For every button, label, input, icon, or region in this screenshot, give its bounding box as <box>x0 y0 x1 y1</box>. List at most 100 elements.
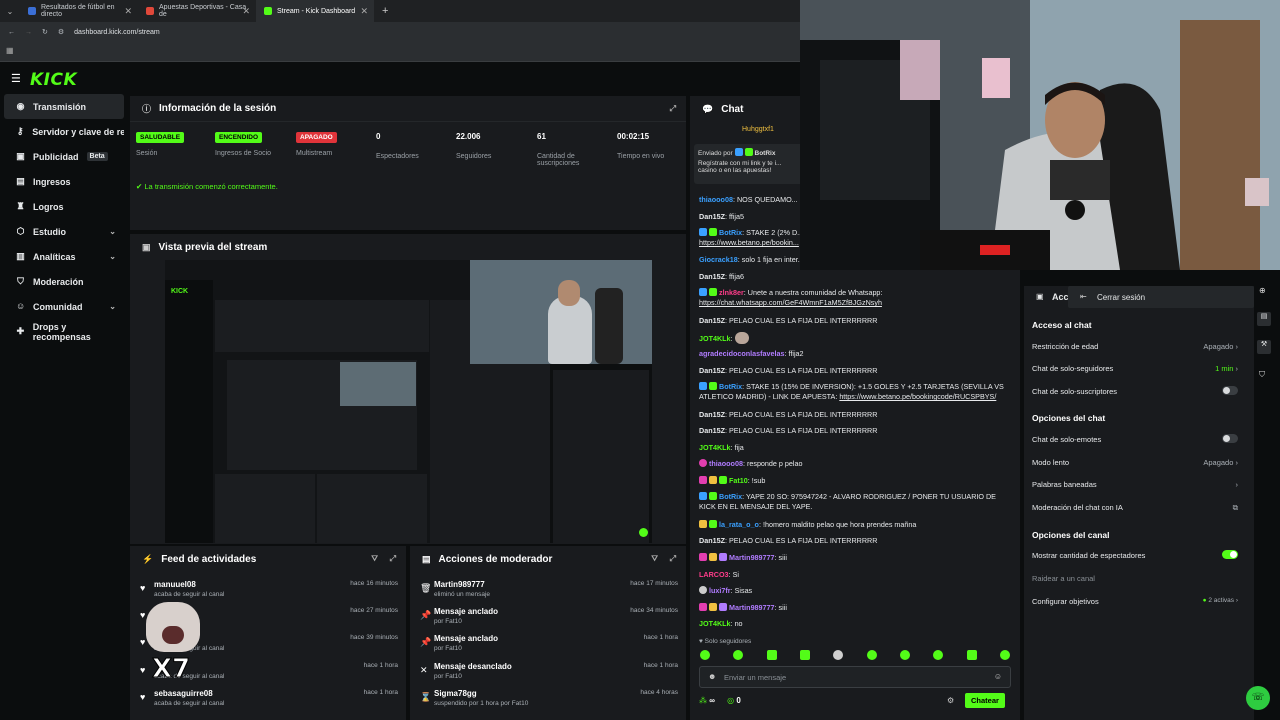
subs-only-toggle[interactable] <box>1222 386 1238 395</box>
emote-icon[interactable] <box>966 650 977 660</box>
filter-icon[interactable]: ⛛ <box>651 554 658 564</box>
filter-icon[interactable]: ⛛ <box>371 554 378 564</box>
sidebar-item-drops[interactable]: ✚ Drops y recompensas <box>4 319 124 344</box>
popout-icon[interactable]: ⤢ <box>390 554 396 564</box>
emote-icon[interactable] <box>866 650 877 660</box>
site-info-icon[interactable]: ⚙ <box>58 28 64 36</box>
browser-tab-2[interactable]: Apuestas Deportivas - Casa de ✕ <box>138 0 256 22</box>
mod-action-title[interactable]: Mensaje anclado <box>434 607 498 616</box>
chat-username[interactable]: la_rata_o_o <box>719 520 759 529</box>
viewer-count-toggle[interactable] <box>1222 550 1238 559</box>
sidebar-item-transmision[interactable]: ◉ Transmisión <box>4 94 124 119</box>
chat-username[interactable]: Dan15Z <box>699 536 725 545</box>
chat-message: Dan15Z: PELAO CUAL ES LA FIJA DEL INTERR… <box>699 410 878 419</box>
sidebar-item-estudio[interactable]: ⬡ Estudio ⌄ <box>4 219 124 244</box>
settings-gear-icon[interactable]: ⚙ <box>947 696 954 705</box>
emote-icon[interactable] <box>700 650 710 660</box>
kick-logo[interactable]: KICK <box>30 70 77 90</box>
chat-username[interactable]: thiaooo08 <box>709 459 743 468</box>
pinned-by-user[interactable]: BotRix <box>755 150 776 157</box>
chat-username[interactable]: BotRix <box>719 382 742 391</box>
age-restriction-row[interactable]: Restricción de edad Apagado › <box>1032 342 1238 351</box>
add-icon[interactable]: ⊕ <box>1259 286 1266 295</box>
followers-only-row[interactable]: Chat de solo-seguidores 1 min › <box>1032 364 1238 373</box>
chat-link[interactable]: https://chat.whatsapp.com/GeF4WmnF1aM5Zf… <box>699 298 882 307</box>
emote-icon[interactable] <box>933 650 944 660</box>
chat-username[interactable]: luxi7fr <box>709 586 731 595</box>
mod-action-title[interactable]: Mensaje anclado <box>434 634 498 643</box>
pinned-user[interactable]: Huhggtxf1 <box>742 126 774 133</box>
chat-username[interactable]: JOT4KLk <box>699 619 731 628</box>
popout-icon[interactable]: ⤢ <box>670 104 676 114</box>
browser-tab-3[interactable]: Stream - Kick Dashboard ✕ <box>256 0 374 22</box>
sidebar-item-comunidad[interactable]: ☺ Comunidad ⌄ <box>4 294 124 319</box>
logout-menu[interactable]: ⇤ Cerrar sesión <box>1068 286 1254 308</box>
emote-icon[interactable] <box>833 650 844 660</box>
popout-icon[interactable]: ⤢ <box>670 554 676 564</box>
sidebar-item-publicidad[interactable]: ▣ Publicidad Beta <box>4 144 124 169</box>
slow-mode-row[interactable]: Modo lento Apagado › <box>1032 458 1238 467</box>
sidebar-item-ingresos[interactable]: ▤ Ingresos <box>4 169 124 194</box>
mod-action-title[interactable]: Mensaje desanclado <box>434 662 512 671</box>
emotes-only-toggle[interactable] <box>1222 434 1238 443</box>
close-tab-icon[interactable]: ✕ <box>360 6 368 17</box>
chat-username[interactable]: JOT4KLk <box>699 443 731 452</box>
emote-icon[interactable] <box>733 650 744 660</box>
support-chat-icon[interactable]: ☏ <box>1246 686 1270 710</box>
chat-username[interactable]: Dan15Z <box>699 426 725 435</box>
menu-icon[interactable]: ☰ <box>11 72 21 85</box>
ai-moderation-row[interactable]: Moderación del chat con IA ⧉ <box>1032 503 1238 512</box>
wrench-icon[interactable]: ⚒ <box>1257 340 1271 354</box>
close-tab-icon[interactable]: ✕ <box>124 6 132 17</box>
chat-username[interactable]: agradecidoconlasfavelas <box>699 349 785 358</box>
sidebar-item-servidor[interactable]: ⚷ Servidor y clave de retransmisión <box>4 119 124 144</box>
chat-username[interactable]: Dan15Z <box>699 410 725 419</box>
chat-icon[interactable]: ▤ <box>1257 312 1271 326</box>
banned-words-row[interactable]: Palabras baneadas › <box>1032 480 1238 489</box>
apps-icon[interactable]: ▦ <box>6 46 14 55</box>
sidebar-item-analiticas[interactable]: ▥ Analíticas ⌄ <box>4 244 124 269</box>
chat-username[interactable]: Dan15Z <box>699 272 725 281</box>
chat-username[interactable]: Dan15Z <box>699 316 725 325</box>
emote-icon[interactable] <box>799 650 810 660</box>
browser-tab-1[interactable]: Resultados de fútbol en directo ✕ <box>20 0 138 22</box>
chat-username[interactable]: Martin989777 <box>729 603 775 612</box>
sidebar-item-moderacion[interactable]: ⛉ Moderación <box>4 269 124 294</box>
stream-preview-video[interactable]: KICK <box>165 260 652 543</box>
chat-username[interactable]: LARCO3 <box>699 570 729 579</box>
mod-action-title[interactable]: Sigma78gg <box>434 689 477 698</box>
close-tab-icon[interactable]: ✕ <box>242 6 250 17</box>
pinned-message[interactable]: Enviado por BotRix Regístrate con mi lin… <box>694 144 804 184</box>
emote-icon[interactable] <box>999 650 1010 660</box>
chat-link[interactable]: https://www.betano.pe/bookingcode/RUCSPB… <box>839 392 996 401</box>
chat-username[interactable]: BotRix <box>719 492 742 501</box>
chat-username[interactable]: Fat10 <box>729 476 748 485</box>
mod-action-title[interactable]: Martin989777 <box>434 580 485 589</box>
chat-username[interactable]: JOT4KLk <box>699 334 731 343</box>
chat-username[interactable]: Martin989777 <box>729 553 775 562</box>
raid-row[interactable]: Raidear a un canal <box>1032 574 1238 583</box>
chat-username[interactable]: BotRix <box>719 228 742 237</box>
send-chat-button[interactable]: Chatear <box>965 693 1005 708</box>
activity-user[interactable]: sebasaguirre08 <box>154 689 213 698</box>
url-field[interactable]: dashboard.kick.com/stream <box>74 29 160 36</box>
sidebar-item-logros[interactable]: ♜ Logros <box>4 194 124 219</box>
emote-icon[interactable] <box>899 650 910 660</box>
emote-icon[interactable] <box>766 650 777 660</box>
shield-icon[interactable]: ⛉ <box>1259 370 1265 380</box>
tab-list-chevron-icon[interactable]: ⌄ <box>0 7 20 16</box>
chat-username[interactable]: zlnk8er <box>719 288 744 297</box>
goals-row[interactable]: Configurar objetivos ● 2 activas › <box>1032 597 1238 606</box>
chat-username[interactable]: Dan15Z <box>699 212 725 221</box>
reload-icon[interactable]: ↻ <box>42 28 48 36</box>
chat-username[interactable]: Dan15Z <box>699 366 725 375</box>
back-icon[interactable]: ← <box>8 29 15 36</box>
chat-username[interactable]: Giocrack18 <box>699 255 738 264</box>
new-tab-icon[interactable]: + <box>382 5 388 17</box>
activity-user[interactable]: manuuel08 <box>154 580 196 589</box>
chat-link[interactable]: https://www.betano.pe/bookin... <box>699 238 799 247</box>
chat-input[interactable]: ☻ Enviar un mensaje ☺ <box>699 666 1011 688</box>
forward-icon[interactable]: → <box>25 29 32 36</box>
emoji-icon[interactable]: ☺ <box>994 672 1002 681</box>
chat-username[interactable]: thiaooo08 <box>699 195 733 204</box>
